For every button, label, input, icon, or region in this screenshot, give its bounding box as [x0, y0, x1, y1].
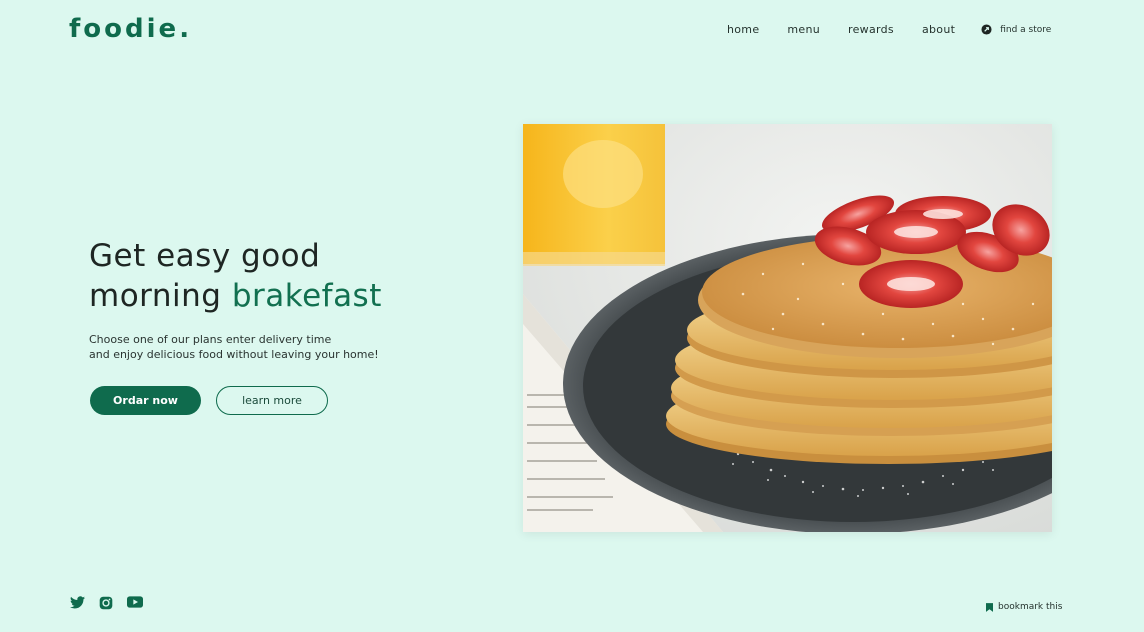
hero-title-line1: Get easy good: [89, 238, 321, 274]
bookmark-icon: [986, 602, 993, 612]
find-store-label: find a store: [1000, 24, 1052, 35]
hero-subtitle: Choose one of our plans enter delivery t…: [89, 332, 429, 362]
youtube-icon[interactable]: [127, 596, 143, 610]
bookmark-label: bookmark this: [998, 602, 1063, 612]
pancakes-illustration: [523, 124, 1052, 532]
nav-menu[interactable]: menu: [787, 23, 820, 36]
nav-home[interactable]: home: [727, 23, 759, 36]
bookmark-link[interactable]: bookmark this: [986, 602, 1062, 612]
hero-title: Get easy good morning brakefast: [89, 236, 382, 316]
hero-title-line2-prefix: morning: [89, 278, 232, 314]
twitter-icon[interactable]: [70, 596, 85, 610]
instagram-icon[interactable]: [99, 596, 113, 610]
logo[interactable]: foodie.: [69, 14, 192, 44]
top-nav: home menu rewards about find a store: [727, 23, 1051, 36]
hero-title-accent: brakefast: [231, 278, 382, 314]
hero-subtitle-line2: and enjoy delicious food without leaving…: [89, 348, 379, 361]
hero-subtitle-line1: Choose one of our plans enter delivery t…: [89, 333, 332, 346]
nav-rewards[interactable]: rewards: [848, 23, 894, 36]
learn-more-button[interactable]: learn more: [216, 386, 328, 415]
location-pin-icon: [981, 24, 992, 35]
find-store-link[interactable]: find a store: [981, 24, 1051, 35]
order-now-button[interactable]: Ordar now: [90, 386, 201, 415]
nav-about[interactable]: about: [922, 23, 955, 36]
social-links: [70, 596, 157, 610]
pancakes-photo: [523, 124, 1052, 532]
